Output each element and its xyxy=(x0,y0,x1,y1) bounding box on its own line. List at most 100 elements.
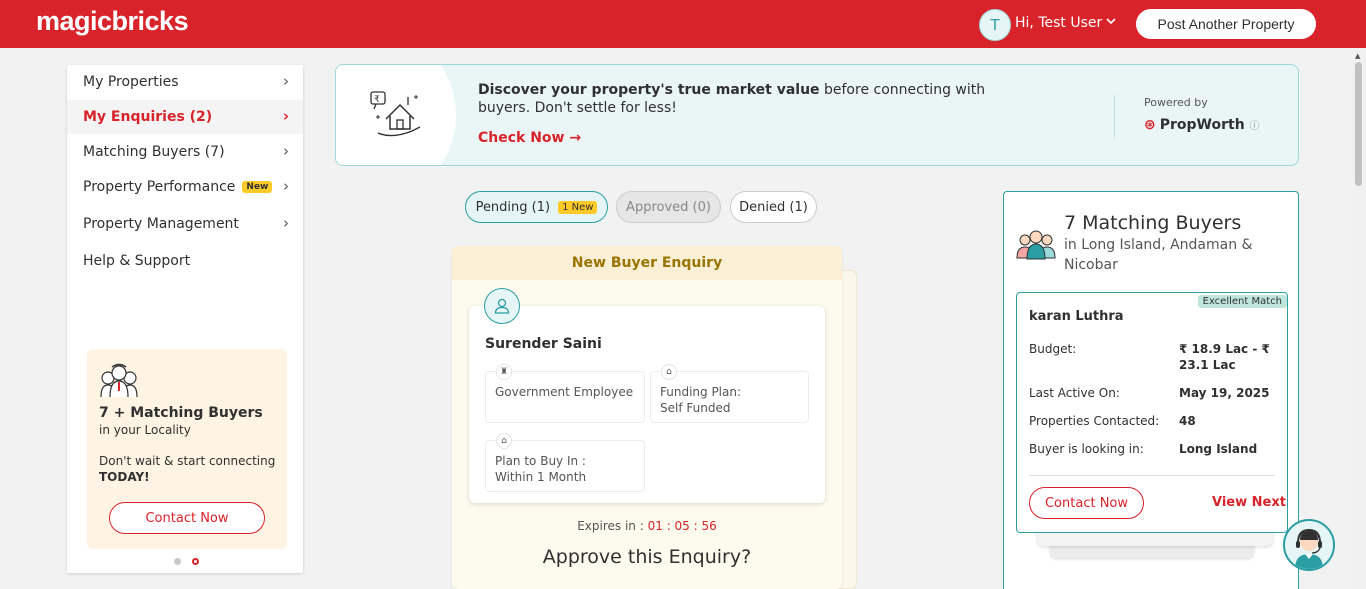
buyers-group-icon xyxy=(99,363,139,403)
matching-buyers-location-cont: Nicobar xyxy=(1064,257,1118,273)
sidebar: My Properties › My Enquiries (2) › Match… xyxy=(67,65,303,573)
check-now-link[interactable]: Check Now → xyxy=(478,130,581,146)
banner-subline: buyers. Don't settle for less! xyxy=(478,100,677,116)
home-icon: ⌂ xyxy=(496,433,512,449)
propworth-brand[interactable]: ⊛ PropWorth ⓘ xyxy=(1144,117,1260,133)
banner-headline-rest: before connecting with xyxy=(819,82,986,98)
matching-buyers-promo-card: 7 + Matching Buyers in your Locality Don… xyxy=(87,349,287,549)
view-next-link[interactable]: View Next xyxy=(1212,495,1286,510)
budget-value-line1: ₹ 18.9 Lac - ₹ xyxy=(1179,342,1270,356)
matching-buyers-location: in Long Island, Andaman & xyxy=(1064,237,1253,253)
plan-value: Within 1 Month xyxy=(495,470,587,484)
new-count-badge: 1 New xyxy=(558,200,598,214)
banner-headline: Discover your property's true market val… xyxy=(478,82,985,98)
banner-divider xyxy=(1114,95,1115,139)
sidebar-item-label: Property Management xyxy=(83,216,239,232)
budget-label: Budget: xyxy=(1029,342,1077,356)
chevron-right-icon: › xyxy=(283,177,289,195)
sidebar-item-my-properties[interactable]: My Properties › xyxy=(67,65,303,99)
tab-pending-label: Pending (1) xyxy=(475,199,551,215)
card-divider xyxy=(1029,475,1275,476)
promo-title: 7 + Matching Buyers xyxy=(99,405,263,421)
funding-plan-text: Funding Plan: Self Funded xyxy=(660,384,741,416)
chevron-down-icon[interactable] xyxy=(1105,15,1117,30)
carousel-dot-1[interactable] xyxy=(174,558,181,565)
bank-icon: ⌂ xyxy=(661,364,677,380)
buyer-name: Surender Saini xyxy=(485,336,602,352)
user-avatar[interactable]: T xyxy=(979,9,1011,41)
sidebar-item-property-performance[interactable]: Property Performance New › xyxy=(67,170,303,204)
occupation-value: Government Employee xyxy=(495,385,634,399)
scroll-up-arrow-icon[interactable]: ▲ xyxy=(1355,52,1360,60)
sidebar-item-matching-buyers[interactable]: Matching Buyers (7) › xyxy=(67,135,303,169)
support-agent-icon[interactable] xyxy=(1283,519,1335,571)
sidebar-item-help-support[interactable]: Help & Support xyxy=(67,244,303,278)
approve-enquiry-question: Approve this Enquiry? xyxy=(542,546,752,568)
tab-approved[interactable]: Approved (0) xyxy=(616,191,721,223)
matching-buyer-name: karan Luthra xyxy=(1029,309,1124,324)
arrow-right-icon: → xyxy=(569,130,582,146)
last-active-value: May 19, 2025 xyxy=(1179,386,1270,400)
new-badge: New xyxy=(242,181,273,193)
info-icon[interactable]: ⓘ xyxy=(1250,121,1260,132)
carousel-dot-2[interactable] xyxy=(192,558,199,565)
contact-now-button[interactable]: Contact Now xyxy=(1029,487,1144,519)
check-now-label: Check Now xyxy=(478,130,565,146)
promo-text-emphasis: TODAY! xyxy=(99,470,150,484)
buyers-group-icon xyxy=(1016,228,1056,264)
expires-label: Expires in : xyxy=(577,519,644,533)
sidebar-item-label: My Enquiries (2) xyxy=(83,109,213,125)
funding-plan-attribute: ⌂ Funding Plan: Self Funded xyxy=(650,364,809,423)
tab-denied[interactable]: Denied (1) xyxy=(730,191,817,223)
last-active-label: Last Active On: xyxy=(1029,386,1120,400)
occupation-attribute: ♜ Government Employee xyxy=(485,364,645,423)
powered-by-label: Powered by xyxy=(1144,96,1208,109)
page-scrollbar[interactable]: ▲ xyxy=(1351,48,1366,589)
funding-label: Funding Plan: xyxy=(660,385,742,399)
excellent-match-badge: Excellent Match xyxy=(1197,295,1287,308)
budget-value: ₹ 18.9 Lac - ₹ 23.1 Lac xyxy=(1179,341,1270,373)
house-valuation-icon: ₹ xyxy=(368,87,424,147)
svg-text:₹: ₹ xyxy=(374,95,380,105)
properties-contacted-label: Properties Contacted: xyxy=(1029,414,1160,428)
plan-label: Plan to Buy In : xyxy=(495,454,586,468)
tab-pending[interactable]: Pending (1) 1 New xyxy=(465,191,608,223)
propworth-name: PropWorth xyxy=(1159,117,1245,133)
scroll-thumb[interactable] xyxy=(1355,62,1362,186)
buyer-avatar-user-icon xyxy=(484,288,520,324)
sidebar-item-label: Help & Support xyxy=(83,253,191,269)
sidebar-item-label: My Properties xyxy=(83,74,179,90)
propworth-logo-icon: ⊛ xyxy=(1144,117,1156,133)
chevron-right-icon: › xyxy=(283,142,289,160)
sidebar-item-property-management[interactable]: Property Management › xyxy=(67,207,303,241)
enquiry-header: New Buyer Enquiry xyxy=(452,246,842,280)
sidebar-item-label: Property Performance xyxy=(83,179,236,195)
looking-in-value: Long Island xyxy=(1179,442,1258,456)
propworth-banner: ₹ Discover your property's true market v… xyxy=(335,64,1299,166)
promo-contact-now-button[interactable]: Contact Now xyxy=(109,502,265,534)
buyer-details-card: Surender Saini ♜ Government Employee ⌂ F… xyxy=(469,306,825,503)
plan-to-buy-attribute: ⌂ Plan to Buy In : Within 1 Month xyxy=(485,433,645,492)
user-greeting[interactable]: Hi, Test User xyxy=(1015,15,1102,31)
promo-subtitle: in your Locality xyxy=(99,423,191,437)
chevron-right-icon: › xyxy=(283,72,289,90)
top-header: magicbricks T Hi, Test User Post Another… xyxy=(0,0,1366,48)
plan-to-buy-text: Plan to Buy In : Within 1 Month xyxy=(495,453,586,485)
funding-value: Self Funded xyxy=(660,401,731,415)
enquiry-panel: New Buyer Enquiry Surender Saini ♜ Gover… xyxy=(452,246,842,589)
magicbricks-logo[interactable]: magicbricks xyxy=(36,6,189,37)
expires-time: 01 : 05 : 56 xyxy=(647,519,717,533)
banner-headline-bold: Discover your property's true market val… xyxy=(478,82,820,98)
properties-contacted-value: 48 xyxy=(1179,414,1196,428)
sidebar-item-label: Matching Buyers (7) xyxy=(83,144,225,160)
post-another-property-button[interactable]: Post Another Property xyxy=(1136,9,1316,39)
matching-buyer-card: Excellent Match karan Luthra Budget: ₹ 1… xyxy=(1016,292,1288,533)
sidebar-item-my-enquiries[interactable]: My Enquiries (2) › xyxy=(67,100,303,134)
chevron-right-icon: › xyxy=(283,214,289,232)
budget-value-line2: 23.1 Lac xyxy=(1179,358,1236,372)
matching-buyers-title: 7 Matching Buyers xyxy=(1064,212,1242,234)
expiry-timer: Expires in : 01 : 05 : 56 xyxy=(452,519,842,533)
promo-text: Don't wait & start connecting xyxy=(99,454,276,468)
looking-in-label: Buyer is looking in: xyxy=(1029,442,1144,456)
chevron-right-icon: › xyxy=(282,107,289,125)
